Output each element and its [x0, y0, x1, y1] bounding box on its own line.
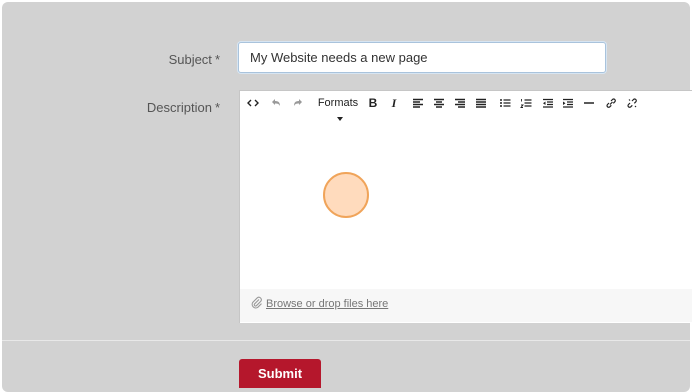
paperclip-icon: [251, 296, 263, 315]
submit-button[interactable]: Submit: [239, 359, 321, 388]
outdent-icon[interactable]: [542, 95, 554, 111]
horizontal-rule-icon[interactable]: [583, 95, 595, 111]
code-icon[interactable]: [247, 95, 259, 111]
bullet-list-icon[interactable]: [499, 95, 511, 111]
redo-icon[interactable]: [292, 95, 304, 111]
link-icon[interactable]: [605, 95, 617, 111]
click-indicator: [323, 172, 369, 218]
align-right-icon[interactable]: [454, 95, 466, 111]
editor-toolbar: Formats B I: [240, 91, 692, 122]
subject-input[interactable]: My Website needs a new page: [238, 42, 606, 73]
attachment-bar[interactable]: Browse or drop files here: [240, 289, 692, 322]
browse-files-link[interactable]: Browse or drop files here: [266, 298, 388, 310]
subject-label: Subject *: [80, 52, 220, 67]
bold-icon[interactable]: B: [367, 95, 379, 111]
required-mark: *: [214, 100, 220, 115]
description-label-text: Description: [146, 100, 212, 115]
italic-icon[interactable]: I: [388, 95, 400, 111]
formats-dropdown[interactable]: Formats: [314, 95, 362, 122]
form-divider: [2, 340, 690, 341]
required-mark: *: [214, 52, 220, 67]
description-editor[interactable]: Formats B I Browse or drop files here: [239, 90, 692, 323]
formats-label: Formats: [317, 97, 359, 109]
subject-label-text: Subject: [168, 52, 212, 67]
numbered-list-icon[interactable]: [520, 95, 532, 111]
unlink-icon[interactable]: [626, 95, 638, 111]
align-left-icon[interactable]: [412, 95, 424, 111]
undo-icon[interactable]: [270, 95, 282, 111]
description-label: Description *: [80, 100, 220, 115]
editor-content-area[interactable]: [240, 115, 692, 289]
align-justify-icon[interactable]: [475, 95, 487, 111]
align-center-icon[interactable]: [433, 95, 445, 111]
indent-icon[interactable]: [562, 95, 574, 111]
